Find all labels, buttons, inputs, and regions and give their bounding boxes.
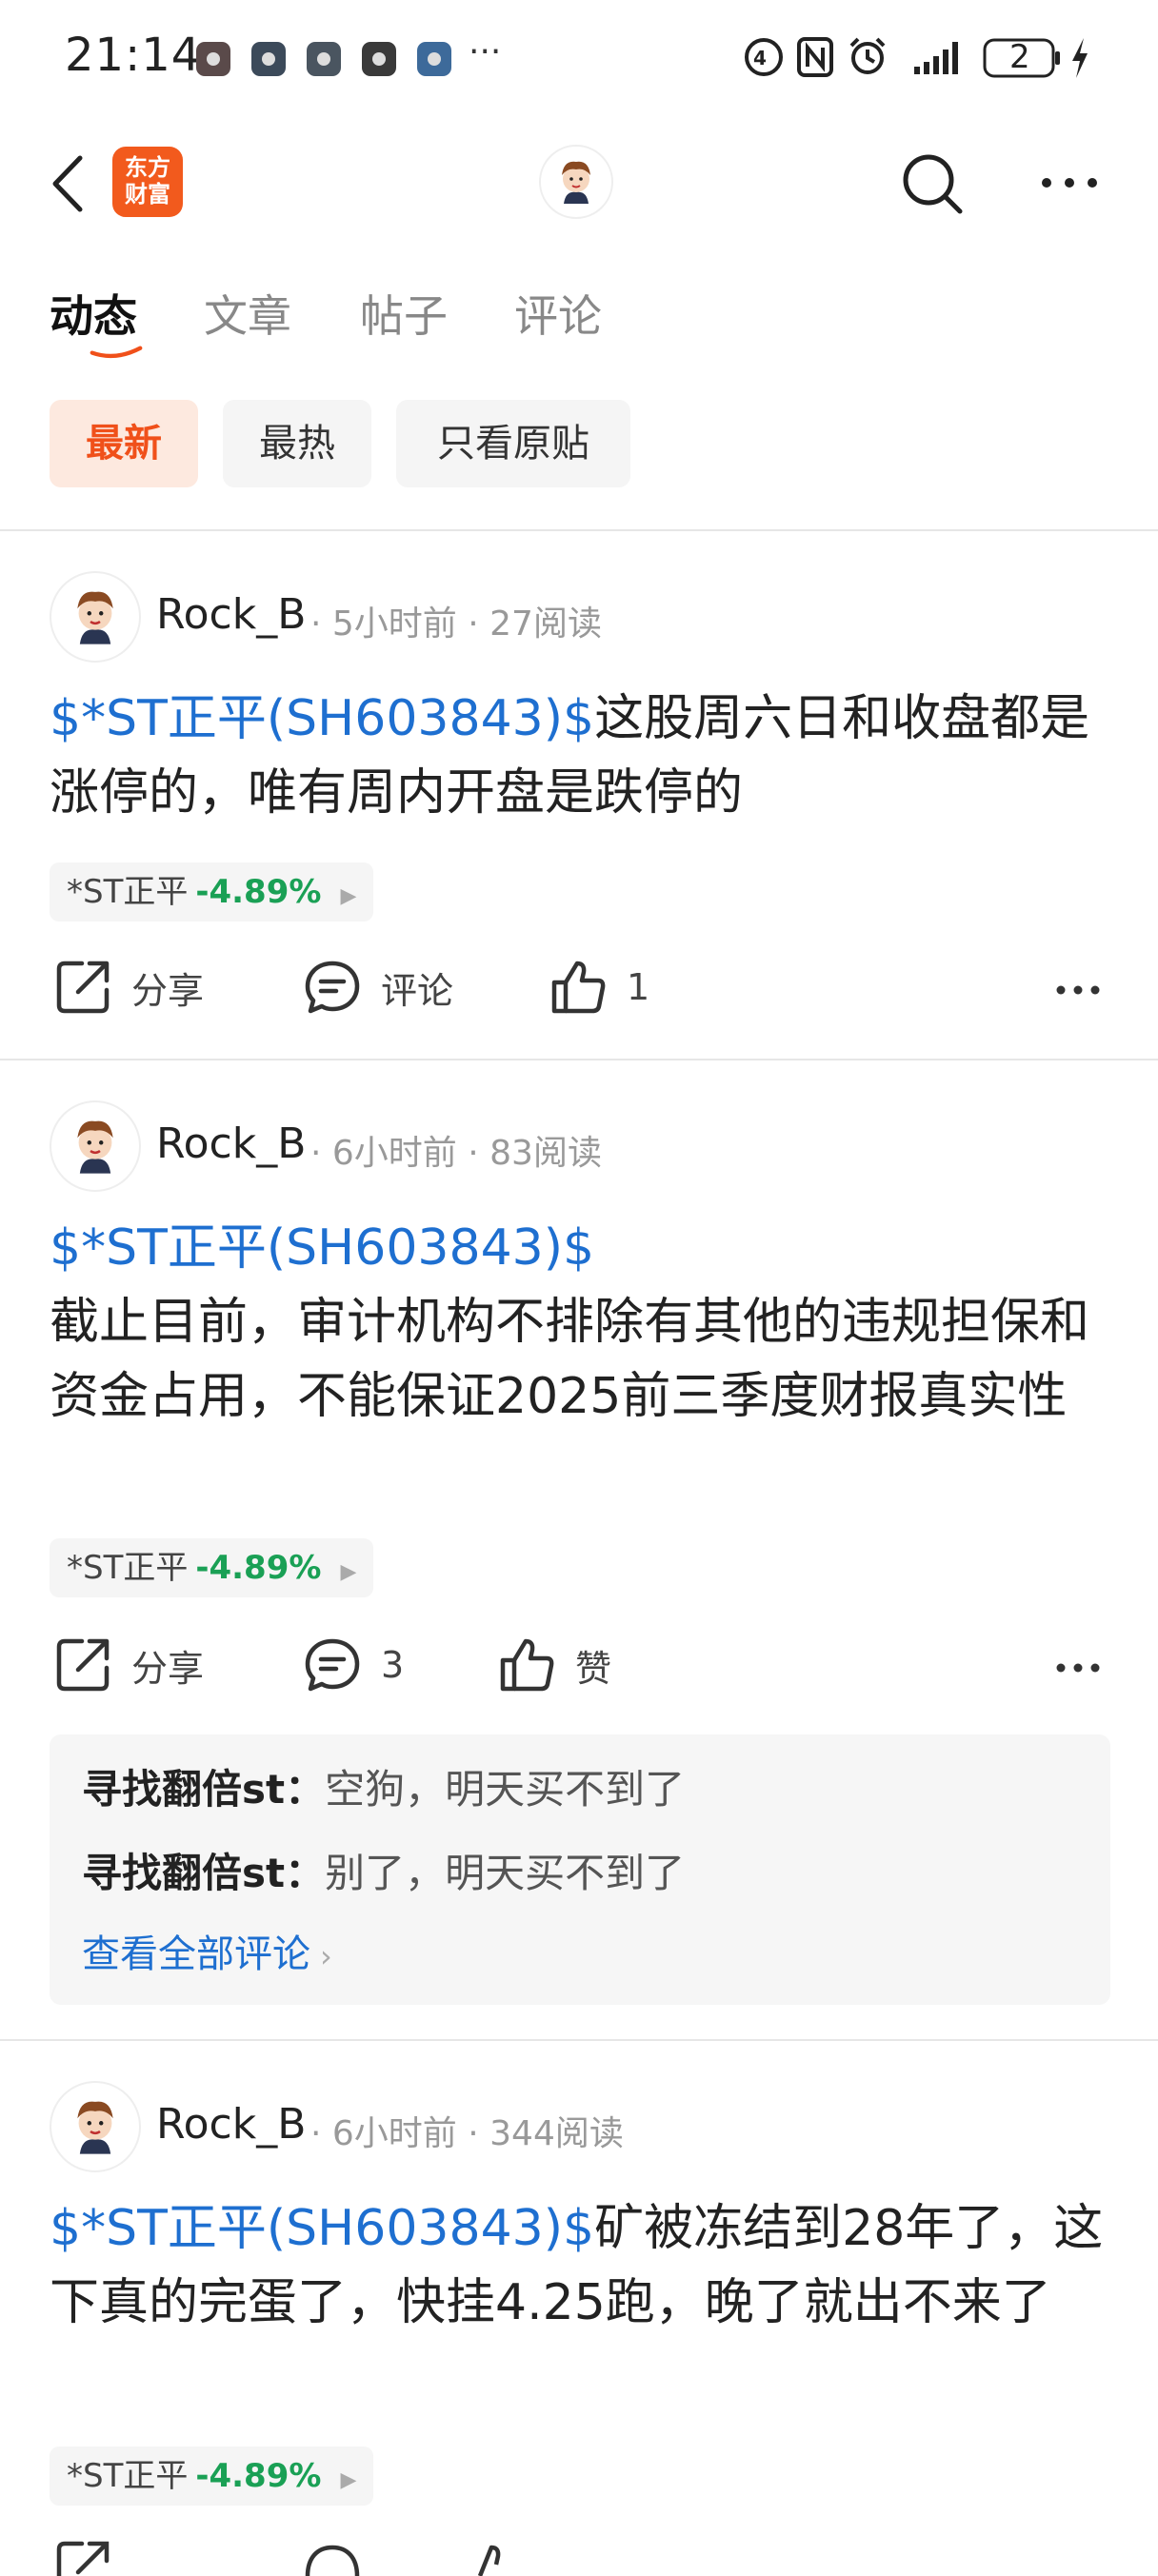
stock-link[interactable]: $*ST正平(SH603843)$ bbox=[50, 1211, 1126, 1285]
share-icon bbox=[56, 961, 110, 1014]
author-avatar[interactable] bbox=[50, 1100, 141, 1192]
author-avatar[interactable] bbox=[50, 2081, 141, 2172]
stock-tag[interactable]: *ST正平 -4.89% ▶ bbox=[50, 862, 374, 921]
tab-comments[interactable]: 评论 bbox=[514, 282, 602, 345]
thumbs-up-icon bbox=[551, 961, 606, 1014]
post-content[interactable]: $*ST正平(SH603843)$这股周六日和收盘都是涨停的，唯有周内开盘是跌停… bbox=[50, 682, 1126, 830]
post-content[interactable]: $*ST正平(SH603843)$ 截止目前，审计机构不排除有其他的违规担保和资金… bbox=[50, 1211, 1126, 1434]
price-change: -4.89% bbox=[195, 873, 322, 911]
more-notifications-icon: ··· bbox=[469, 32, 502, 71]
post-meta: · 5小时前 · 27阅读 bbox=[310, 604, 602, 644]
post-meta: · 6小时前 · 83阅读 bbox=[310, 1134, 602, 1173]
filter-latest[interactable]: 最新 bbox=[50, 400, 198, 487]
status-bar: 21:14 ··· 4 2 bbox=[0, 0, 1158, 114]
profile-avatar[interactable] bbox=[539, 145, 613, 219]
author-name[interactable]: Rock_B bbox=[156, 1120, 306, 1168]
comment-item: 寻找翻倍st：空狗，明天买不到了 bbox=[82, 1766, 686, 1813]
chevron-right-icon: › bbox=[320, 1938, 332, 1974]
comment-button[interactable]: 评论 bbox=[303, 958, 453, 1017]
comment-item: 寻找翻倍st：别了，明天买不到了 bbox=[82, 1850, 686, 1896]
hd-call-icon: 4 bbox=[745, 38, 783, 76]
author-name[interactable]: Rock_B bbox=[156, 2100, 306, 2149]
cartoon-avatar-icon bbox=[77, 2101, 113, 2154]
like-button[interactable]: 1 bbox=[549, 958, 649, 1017]
stock-tag[interactable]: *ST正平 -4.89% ▶ bbox=[50, 2447, 374, 2506]
notification-app-icon bbox=[307, 42, 341, 76]
notification-app-icon bbox=[251, 42, 286, 76]
comment-icon[interactable] bbox=[303, 2542, 362, 2576]
notification-app-icon bbox=[362, 42, 396, 76]
comment-icon bbox=[305, 961, 360, 1014]
tab-dynamics[interactable]: 动态 bbox=[50, 282, 137, 345]
divider bbox=[0, 2039, 1158, 2041]
nfc-icon bbox=[797, 37, 833, 77]
price-change: -4.89% bbox=[195, 2457, 322, 2495]
divider bbox=[0, 1059, 1158, 1060]
divider bbox=[0, 529, 1158, 531]
svg-text:4: 4 bbox=[753, 47, 767, 69]
alarm-icon bbox=[849, 37, 886, 74]
share-button[interactable]: 分享 bbox=[53, 1635, 204, 1694]
more-options-icon[interactable] bbox=[1040, 175, 1099, 190]
comment-preview[interactable]: 寻找翻倍st：空狗，明天买不到了 寻找翻倍st：别了，明天买不到了 查看全部评论… bbox=[50, 1734, 1110, 2005]
share-button[interactable]: 分享 bbox=[53, 958, 204, 1017]
thumbs-up-icon bbox=[500, 1638, 554, 1692]
author-avatar[interactable] bbox=[50, 571, 141, 663]
price-change: -4.89% bbox=[195, 1549, 322, 1587]
search-icon[interactable] bbox=[899, 150, 966, 217]
post-meta: · 6小时前 · 344阅读 bbox=[310, 2114, 624, 2153]
cartoon-avatar-icon bbox=[562, 161, 590, 204]
back-icon[interactable] bbox=[50, 154, 88, 213]
signal-icon bbox=[914, 42, 958, 74]
arrow-right-icon: ▶ bbox=[340, 1560, 357, 1584]
arrow-right-icon: ▶ bbox=[340, 884, 357, 908]
comment-button[interactable]: 3 bbox=[303, 1635, 404, 1694]
view-all-comments-link[interactable]: 查看全部评论 › bbox=[82, 1923, 332, 1978]
charging-icon bbox=[1072, 38, 1088, 78]
stock-link[interactable]: $*ST正平(SH603843)$ bbox=[50, 690, 594, 747]
cartoon-avatar-icon bbox=[77, 1120, 113, 1174]
arrow-right-icon: ▶ bbox=[340, 2468, 357, 2492]
filter-original-only[interactable]: 只看原贴 bbox=[396, 400, 630, 487]
active-tab-indicator bbox=[90, 346, 143, 359]
battery-level: 2 bbox=[1009, 38, 1030, 76]
share-icon bbox=[56, 1638, 110, 1692]
comment-icon bbox=[305, 1638, 360, 1692]
filter-hottest[interactable]: 最热 bbox=[223, 400, 371, 487]
post-content[interactable]: $*ST正平(SH603843)$矿被冻结到28年了，这下真的完蛋了，快挂4.2… bbox=[50, 2191, 1126, 2340]
stock-tag[interactable]: *ST正平 -4.89% ▶ bbox=[50, 1538, 374, 1597]
like-button[interactable]: 赞 bbox=[497, 1635, 611, 1694]
post-more-icon[interactable] bbox=[1055, 1658, 1101, 1677]
thumbs-up-icon[interactable] bbox=[463, 2542, 522, 2576]
post-more-icon[interactable] bbox=[1055, 981, 1101, 1000]
clock: 21:14 bbox=[65, 29, 202, 82]
tab-articles[interactable]: 文章 bbox=[204, 282, 291, 345]
top-nav: 东方 财富 bbox=[0, 133, 1158, 248]
share-icon[interactable] bbox=[53, 2538, 112, 2576]
stock-link[interactable]: $*ST正平(SH603843)$ bbox=[50, 2200, 594, 2257]
notification-app-icon bbox=[196, 42, 230, 76]
notification-app-icon bbox=[417, 42, 451, 76]
author-name[interactable]: Rock_B bbox=[156, 590, 306, 639]
tab-posts[interactable]: 帖子 bbox=[360, 282, 448, 345]
app-logo: 东方 财富 bbox=[112, 147, 183, 217]
cartoon-avatar-icon bbox=[77, 591, 113, 644]
